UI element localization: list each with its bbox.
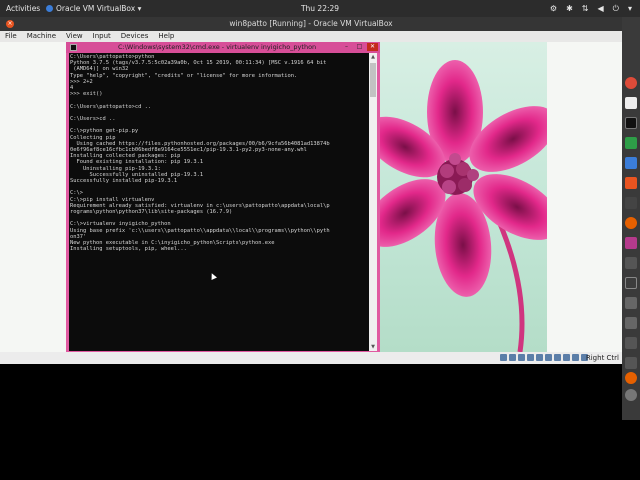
cmd-window[interactable]: C:\Windows\system32\cmd.exe - virtualenv…: [66, 42, 380, 352]
console-line: 4: [70, 85, 74, 92]
console-line: Collecting pip: [70, 134, 116, 141]
media-icon[interactable]: [625, 237, 637, 249]
cmd-icon: [70, 44, 77, 51]
console-line: Type "help", "copyright", "credits" or "…: [70, 72, 298, 79]
bluetooth-icon[interactable]: ✱: [566, 0, 573, 17]
recording-icon[interactable]: [563, 354, 570, 361]
virtualbox-dock-icon[interactable]: [625, 157, 637, 169]
cmd-title: C:\Windows\system32\cmd.exe - virtualenv…: [118, 43, 317, 51]
console-line: Python 3.7.5 (tags/v3.7.5:5c02a39a0b, Oc…: [70, 60, 327, 67]
minimize-icon[interactable]: –: [341, 43, 352, 51]
app-grid-icon[interactable]: [625, 389, 637, 401]
green-app-icon[interactable]: [625, 137, 637, 149]
cmd-title-bar[interactable]: C:\Windows\system32\cmd.exe - virtualenv…: [66, 42, 380, 53]
shared-folder-icon[interactable]: [545, 354, 552, 361]
console-line: Successfully uninstalled pip-19.3.1: [89, 171, 204, 178]
volume-icon[interactable]: ◀: [598, 0, 604, 17]
chrome-icon[interactable]: [625, 77, 637, 89]
display-icon[interactable]: [554, 354, 561, 361]
window-title-bar: × win8patto [Running] - Oracle VM Virtua…: [0, 17, 622, 31]
console-line: Requirement already satisfied: virtualen…: [70, 202, 330, 209]
files-icon[interactable]: [625, 97, 637, 109]
optical-drive-icon[interactable]: [509, 354, 516, 361]
clipboard-icon[interactable]: [625, 317, 637, 329]
monitor-icon[interactable]: [625, 357, 637, 369]
desktop-wallpaper: [380, 42, 547, 352]
audio-icon[interactable]: [518, 354, 525, 361]
console-line: C:\>pip install virtualenv: [70, 196, 155, 203]
menu-devices[interactable]: Devices: [121, 31, 149, 42]
console-line: >>> 2+2: [70, 78, 93, 85]
console-text: C:\Users\pattopatto>python Python 3.7.5 …: [69, 53, 369, 254]
dots-icon[interactable]: [625, 297, 637, 309]
power-icon[interactable]: ⏻: [613, 0, 619, 17]
console-line: >>> exit(): [70, 91, 103, 98]
ubuntu-dock: [622, 17, 640, 420]
console-line: Installing setuptools, pip, wheel...: [70, 246, 187, 253]
console-line: 0e6f96af8ce16cfbc1cb06bedf8e9164ce5551ec…: [70, 147, 307, 154]
software-icon[interactable]: [625, 177, 637, 189]
console-line: C:\>python get-pip.py: [70, 128, 139, 135]
console-line: on37': [70, 233, 87, 240]
firefox-icon[interactable]: [625, 217, 637, 229]
ubuntu-top-bar: Activities Oracle VM VirtualBox ▾ Thu 22…: [0, 0, 640, 17]
status-icons: [500, 354, 588, 361]
scroll-up-icon[interactable]: ▲: [369, 53, 377, 61]
harddisk-icon[interactable]: [500, 354, 507, 361]
console-line: C:\Users>cd ..: [70, 116, 116, 123]
network-adapter-icon[interactable]: [527, 354, 534, 361]
settings-icon[interactable]: ⚙: [550, 0, 557, 17]
maximize-icon[interactable]: □: [354, 43, 365, 51]
console-line: Found existing installation: pip 19.3.1: [76, 159, 204, 166]
menu-bar: File Machine View Input Devices Help: [0, 31, 622, 42]
terminal-2-icon[interactable]: [625, 277, 637, 289]
firefox-2-icon[interactable]: [625, 372, 637, 384]
cpu-icon[interactable]: [572, 354, 579, 361]
console-line: Using cached https://files.pythonhosted.…: [76, 140, 330, 147]
menu-view[interactable]: View: [66, 31, 83, 42]
console-line: rograms\python\python37\lib\site-package…: [70, 209, 233, 216]
console-line: Installing collected packages: pip: [70, 153, 181, 160]
pink-flower-image: [380, 60, 547, 352]
console-line: C:\Users\pattopatto>python: [70, 54, 155, 60]
host-key-label: Right Ctrl: [585, 354, 619, 362]
console-output[interactable]: C:\Users\pattopatto>python Python 3.7.5 …: [69, 53, 369, 351]
console-line: C:\Users\pattopatto>cd ..: [70, 103, 152, 110]
menu-input[interactable]: Input: [93, 31, 111, 42]
vm-display[interactable]: C:\Windows\system32\cmd.exe - virtualenv…: [0, 42, 622, 352]
close-icon[interactable]: ×: [6, 20, 14, 28]
microphone-icon[interactable]: [625, 337, 637, 349]
chevron-down-icon[interactable]: ▾: [628, 0, 632, 17]
scroll-thumb[interactable]: [370, 63, 376, 97]
console-line: New python executable in C:\inyigicho_py…: [70, 240, 275, 247]
menu-machine[interactable]: Machine: [27, 31, 56, 42]
scroll-down-icon[interactable]: ▼: [369, 343, 377, 351]
console-line: C:\>virtualenv inyigicho_python: [70, 221, 171, 228]
console-scrollbar[interactable]: ▲ ▼: [369, 53, 377, 351]
settings-dock-icon[interactable]: [625, 197, 637, 209]
system-tray[interactable]: ⚙ ✱ ⇅ ◀ ⏻ ▾: [550, 0, 632, 17]
status-bar: Right Ctrl: [0, 352, 622, 364]
window-controls: – □ ✕: [341, 43, 378, 51]
console-line: Using base prefix 'c:\\users\\pattopatto…: [70, 227, 330, 234]
console-line: Uninstalling pip-19.3.1:: [82, 165, 161, 172]
console-line: C:\>: [70, 190, 83, 197]
clock[interactable]: Thu 22:29: [0, 0, 640, 17]
network-icon[interactable]: ⇅: [582, 0, 589, 17]
menu-file[interactable]: File: [5, 31, 17, 42]
terminal-icon[interactable]: [625, 117, 637, 129]
console-line: Successfully installed pip-19.3.1: [70, 178, 178, 185]
vm-margin: [547, 42, 622, 352]
usb-icon[interactable]: [536, 354, 543, 361]
window-title: win8patto [Running] - Oracle VM VirtualB…: [229, 19, 393, 28]
screen-icon[interactable]: [625, 257, 637, 269]
console-line: (AMD64)] on win32: [73, 66, 129, 73]
close-icon[interactable]: ✕: [367, 43, 378, 51]
menu-help[interactable]: Help: [158, 31, 174, 42]
